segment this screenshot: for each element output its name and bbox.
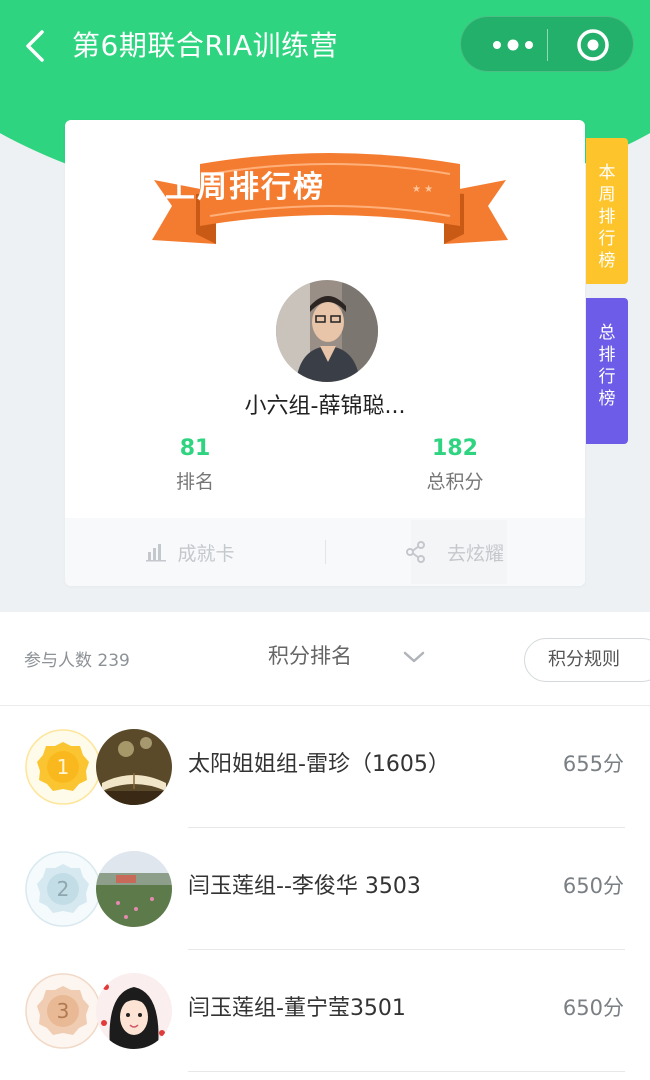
user-avatar[interactable] xyxy=(276,280,378,382)
rank-stat: 81 排名 xyxy=(95,434,295,500)
ribbon-title: 上周排行榜 xyxy=(165,170,325,205)
ranking-row[interactable]: 3 闫玉莲组-董宁莹3501 650分 xyxy=(0,950,650,1072)
tab-this-week-ranking[interactable]: 本周排行榜 xyxy=(586,138,628,284)
more-options-icon[interactable] xyxy=(483,17,545,73)
total-score-stat: 182 总积分 xyxy=(355,434,555,500)
share-button[interactable]: 去炫耀 xyxy=(406,520,507,584)
rank-value: 81 xyxy=(179,436,211,461)
achievement-card-button[interactable]: 成就卡 xyxy=(125,518,255,586)
rank-label: 排名 xyxy=(175,471,214,493)
user-name: 小六组-薛锦聪... xyxy=(244,394,406,419)
row-divider xyxy=(188,1071,625,1072)
rank-number: 2 xyxy=(57,877,70,901)
participant-count: 参与人数 239 xyxy=(24,651,130,671)
back-arrow-icon[interactable] xyxy=(20,26,54,66)
chevron-down-icon[interactable] xyxy=(402,648,426,666)
tab-total-label: 总排行榜 xyxy=(598,323,616,409)
participant-name: 太阳姐姐组-雷珍（1605） xyxy=(188,752,450,777)
total-score-value: 182 xyxy=(432,436,478,461)
participant-score: 650分 xyxy=(562,996,624,1020)
ranking-list-header: 参与人数 239 积分排名 积分规则 xyxy=(0,612,650,706)
participant-name: 闫玉莲组--李俊华 3503 xyxy=(188,874,421,899)
rank-number: 1 xyxy=(57,755,70,779)
gold-medal-icon: 1 xyxy=(25,729,101,805)
achievement-card-label: 成就卡 xyxy=(177,542,235,565)
navigation-bar: 第6期联合RIA训练营 xyxy=(0,0,650,92)
rank-number: 3 xyxy=(57,999,70,1023)
ranking-row[interactable]: 1 太阳姐姐组-雷珍（1605） 655分 xyxy=(0,706,650,828)
card-actions: 成就卡 去炫耀 xyxy=(65,518,585,586)
participant-score: 655分 xyxy=(562,752,624,776)
total-score-label: 总积分 xyxy=(426,471,484,493)
participant-name: 闫玉莲组-董宁莹3501 xyxy=(188,996,406,1021)
last-week-ranking-card: ★ ★ ★ ★ 上周排行榜 小六组-薛锦聪... 81 排名 182 总积分 成… xyxy=(65,120,585,586)
silver-medal-icon: 2 xyxy=(25,851,101,927)
ranking-row[interactable]: 2 闫玉莲组--李俊华 3503 650分 xyxy=(0,828,650,950)
sort-dropdown[interactable]: 积分排名 xyxy=(268,640,352,670)
participant-score: 650分 xyxy=(562,874,624,898)
tab-total-ranking[interactable]: 总排行榜 xyxy=(586,298,628,444)
bronze-medal-icon: 3 xyxy=(25,973,101,1049)
mini-program-capsule xyxy=(460,16,634,72)
tab-this-week-label: 本周排行榜 xyxy=(598,163,616,271)
avatar xyxy=(96,729,172,805)
avatar xyxy=(96,851,172,927)
avatar xyxy=(96,973,172,1049)
share-icon xyxy=(406,541,425,563)
capsule-divider xyxy=(547,29,548,61)
actions-divider xyxy=(325,540,326,564)
page-title: 第6期联合RIA训练营 xyxy=(72,29,339,62)
bar-chart-icon xyxy=(146,544,167,562)
share-label: 去炫耀 xyxy=(447,542,505,565)
score-rules-button[interactable]: 积分规则 xyxy=(524,638,650,682)
close-mini-program-icon[interactable] xyxy=(571,17,627,73)
